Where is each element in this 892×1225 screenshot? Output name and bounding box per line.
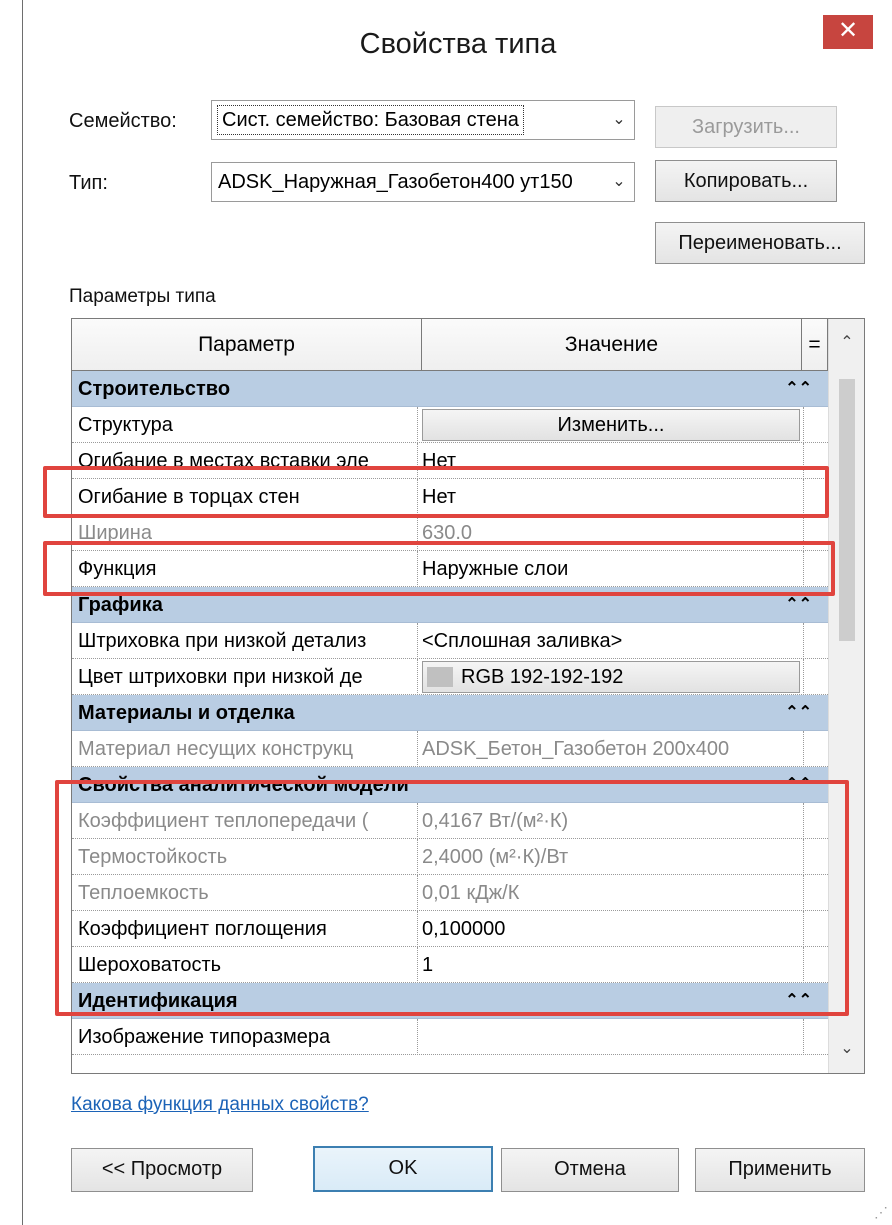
dialog-title: Свойства типа bbox=[359, 28, 557, 60]
edit-structure-button[interactable]: Изменить... bbox=[422, 409, 800, 441]
group-materials[interactable]: Материалы и отделка ⌃⌃ bbox=[72, 695, 828, 731]
apply-button[interactable]: Применить bbox=[695, 1148, 865, 1192]
type-label: Тип: bbox=[69, 172, 108, 194]
highlight-box bbox=[43, 541, 835, 596]
family-value: Сист. семейство: Базовая стена bbox=[217, 105, 524, 135]
table-row[interactable]: Структура Изменить... bbox=[72, 407, 828, 443]
table-row[interactable]: Штриховка при низкой детализ <Сплошная з… bbox=[72, 623, 828, 659]
scroll-down-icon[interactable]: ⌄ bbox=[829, 1029, 864, 1069]
column-header-formula[interactable]: = bbox=[802, 319, 828, 371]
scroll-up-icon[interactable]: ⌃ bbox=[829, 323, 864, 363]
column-header-parameter[interactable]: Параметр bbox=[72, 319, 422, 371]
close-icon[interactable]: ✕ bbox=[823, 15, 873, 49]
family-select[interactable]: Сист. семейство: Базовая стена ⌄ bbox=[211, 100, 635, 140]
rename-button[interactable]: Переименовать... bbox=[655, 222, 865, 264]
title-bar: Свойства типа ✕ bbox=[23, 0, 892, 88]
chevron-down-icon[interactable]: ⌄ bbox=[604, 163, 634, 201]
group-construction[interactable]: Строительство ⌃⌃ bbox=[72, 371, 828, 407]
help-link[interactable]: Какова функция данных свойств? bbox=[71, 1094, 369, 1116]
scrollbar-thumb[interactable] bbox=[839, 379, 855, 641]
type-select[interactable]: ADSK_Наружная_Газобетон400 ут150 ⌄ bbox=[211, 162, 635, 202]
table-row[interactable]: Цвет штриховки при низкой де RGB 192-192… bbox=[72, 659, 828, 695]
highlight-box bbox=[43, 466, 829, 518]
type-parameters-label: Параметры типа bbox=[69, 286, 216, 307]
preview-button[interactable]: << Просмотр bbox=[71, 1148, 253, 1192]
resize-grip-icon[interactable]: ⋰ bbox=[874, 1204, 888, 1221]
column-header-value[interactable]: Значение bbox=[422, 319, 802, 371]
table-row: Материал несущих конструкц ADSK_Бетон_Га… bbox=[72, 731, 828, 767]
collapse-icon[interactable]: ⌃⌃ bbox=[785, 695, 812, 731]
chevron-down-icon[interactable]: ⌄ bbox=[604, 101, 634, 139]
type-properties-dialog: Свойства типа ✕ Семейство: Сист. семейст… bbox=[22, 0, 892, 1225]
cancel-button[interactable]: Отмена bbox=[501, 1148, 679, 1192]
color-swatch bbox=[427, 667, 453, 687]
ok-button[interactable]: OK bbox=[313, 1146, 493, 1192]
family-label: Семейство: bbox=[69, 110, 177, 132]
table-row[interactable]: Изображение типоразмера bbox=[72, 1019, 828, 1055]
copy-button[interactable]: Копировать... bbox=[655, 160, 837, 202]
type-value: ADSK_Наружная_Газобетон400 ут150 bbox=[218, 171, 573, 193]
color-picker-button[interactable]: RGB 192-192-192 bbox=[422, 661, 800, 693]
load-button[interactable]: Загрузить... bbox=[655, 106, 837, 148]
collapse-icon[interactable]: ⌃⌃ bbox=[785, 371, 812, 407]
highlight-box bbox=[55, 780, 849, 1016]
